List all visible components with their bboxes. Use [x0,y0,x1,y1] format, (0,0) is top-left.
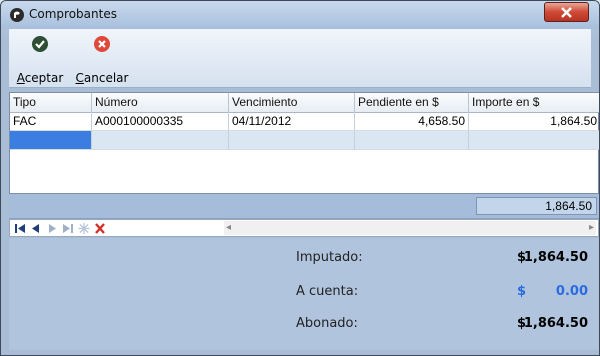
summary-abonado: Abonado: $ 1,864.50 [9,316,599,336]
close-icon [561,7,572,18]
acuenta-value: 0.00 [555,284,588,299]
next-record-icon[interactable] [46,223,58,234]
cell-vencimiento[interactable]: 04/11/2012 [229,112,355,131]
toolbar: Aceptar Cancelar [9,29,591,88]
column-header-vencimiento[interactable]: Vencimiento [229,93,355,112]
close-button[interactable] [544,2,589,22]
summary-imputado: Imputado: $ 1,864.50 [9,250,599,270]
new-row-cell-pendiente[interactable] [355,131,469,150]
column-header-importe[interactable]: Importe en $ [469,93,599,112]
cell-importe[interactable]: 1,864.50 [469,112,599,131]
horizontal-scrollbar[interactable]: ◂ ▸ [224,221,596,235]
grid-footer: 1,864.50 [9,194,599,219]
new-row[interactable] [10,131,599,150]
acuenta-label: A cuenta: [296,284,359,299]
title-bar[interactable]: Comprobantes [1,1,599,29]
acuenta-currency: $ [517,284,527,299]
new-row-cell-vencimiento[interactable] [229,131,355,150]
accept-button[interactable]: Aceptar [13,33,67,85]
comprobantes-window: Comprobantes Aceptar Cancelar Tipo Númer [0,0,600,356]
delete-record-icon[interactable] [94,223,106,234]
imputado-value: 1,864.50 [523,250,588,265]
accept-label: Aceptar [16,71,64,85]
cell-tipo[interactable]: FAC [10,112,92,131]
column-header-pendiente[interactable]: Pendiente en $ [355,93,469,112]
app-icon [10,8,24,22]
record-navigator: ◂ ▸ [9,219,599,237]
cell-numero[interactable]: A000100000335 [92,112,229,131]
column-header-numero[interactable]: Número [92,93,229,112]
cancel-label: Cancelar [75,71,129,85]
checkmark-icon [32,36,48,52]
table-row[interactable]: FAC A000100000335 04/11/2012 4,658.50 1,… [10,112,599,131]
first-record-icon[interactable] [14,223,26,234]
cancel-x-icon [94,36,110,52]
grid-header: Tipo Número Vencimiento Pendiente en $ I… [10,93,599,113]
new-row-cell-numero[interactable] [92,131,229,150]
last-record-icon[interactable] [62,223,74,234]
scroll-left-icon[interactable]: ◂ [226,222,231,233]
column-header-tipo[interactable]: Tipo [10,93,92,112]
abonado-label: Abonado: [296,316,358,331]
scroll-right-icon[interactable]: ▸ [589,222,594,233]
abonado-value: 1,864.50 [523,316,588,331]
summary-panel: Imputado: $ 1,864.50 A cuenta: $ 0.00 Ab… [9,238,599,350]
documents-grid[interactable]: Tipo Número Vencimiento Pendiente en $ I… [9,92,599,194]
new-row-cell-importe[interactable] [469,131,599,150]
new-row-cell-tipo[interactable] [10,131,92,150]
cell-pendiente[interactable]: 4,658.50 [355,112,469,131]
window-title: Comprobantes [29,7,117,21]
importe-total: 1,864.50 [476,197,597,215]
summary-acuenta: A cuenta: $ 0.00 [9,284,599,304]
cancel-button[interactable]: Cancelar [75,33,129,85]
imputado-label: Imputado: [296,250,363,265]
insert-record-icon[interactable] [78,223,90,234]
prev-record-icon[interactable] [30,223,42,234]
